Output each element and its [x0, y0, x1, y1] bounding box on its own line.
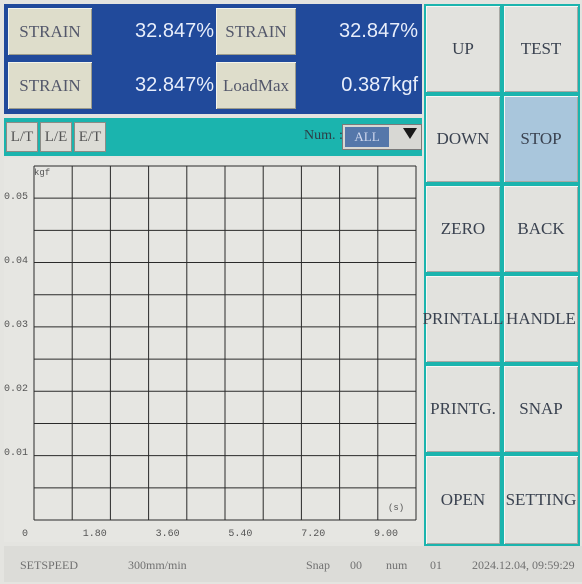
x-tick-label: 1.80	[83, 529, 107, 540]
zero-button[interactable]: ZERO	[426, 186, 500, 272]
readout-1-label: STRAIN	[8, 8, 92, 55]
y-tick-label: 0.01	[4, 448, 28, 459]
keypad: UP TEST DOWN STOP ZERO BACK PRINTALL HAN…	[423, 4, 580, 546]
y-tick-label: 0.04	[4, 256, 28, 267]
num-value: 01	[430, 558, 442, 572]
readout-3-label: STRAIN	[8, 62, 92, 109]
num-select-label: Num. :	[304, 128, 343, 143]
mode-bar: L/T L/E E/T Num. : ALL	[4, 118, 422, 156]
tab-le[interactable]: L/E	[40, 122, 72, 152]
x-axis-unit-label: (s)	[388, 503, 404, 513]
x-tick-label: 0	[22, 529, 28, 540]
up-button[interactable]: UP	[426, 6, 500, 92]
stop-button[interactable]: STOP	[504, 96, 578, 182]
status-bar: SETSPEED 300mm/min Snap 00 num 01 2024.1…	[4, 546, 582, 582]
readout-3-value: 32.847%	[135, 74, 214, 96]
readout-2-value: 32.847%	[339, 20, 418, 42]
y-tick-label: 0.05	[4, 192, 28, 203]
readout-loadmax-value: 0.387kgf	[341, 74, 418, 96]
y-tick-label: 0.02	[4, 384, 28, 395]
readout-2-label: STRAIN	[216, 8, 296, 55]
x-tick-label: 9.00	[374, 529, 398, 540]
open-button[interactable]: OPEN	[426, 456, 500, 544]
snap-label: Snap	[306, 558, 330, 572]
x-tick-label: 3.60	[156, 529, 180, 540]
snap-button[interactable]: SNAP	[504, 366, 578, 452]
handle-button[interactable]: HANDLE	[504, 276, 578, 362]
readout-1-value: 32.847%	[135, 20, 214, 42]
printg-button[interactable]: PRINTG.	[426, 366, 500, 452]
readout-loadmax-label: LoadMax	[216, 62, 296, 109]
dropdown-arrow-icon[interactable]	[403, 128, 417, 139]
datetime: 2024.12.04, 09:59:29	[472, 558, 575, 572]
readout-panel: STRAIN 32.847% STRAIN 32.847% STRAIN 32.…	[4, 4, 422, 114]
setting-button[interactable]: SETTING	[504, 456, 578, 544]
tab-et[interactable]: E/T	[74, 122, 106, 152]
speed-label: SETSPEED	[20, 558, 79, 572]
x-tick-label: 7.20	[301, 529, 325, 540]
speed-value: 300mm/min	[128, 558, 187, 572]
num-select[interactable]: ALL	[342, 124, 422, 150]
load-time-chart: 0.05 0.04 0.03 0.02 0.01 0 1.80 3.60 5.40 7.20 9.…	[4, 158, 422, 542]
num-select-value: ALL	[345, 127, 389, 147]
tab-lt[interactable]: L/T	[6, 122, 38, 152]
chart-background	[4, 158, 422, 542]
snap-value: 00	[350, 558, 362, 572]
down-button[interactable]: DOWN	[426, 96, 500, 182]
num-label: num	[386, 558, 408, 572]
tester-screen: STRAIN 32.847% STRAIN 32.847% STRAIN 32.…	[0, 0, 582, 584]
y-axis-label: kgf	[34, 168, 50, 178]
test-button[interactable]: TEST	[504, 6, 578, 92]
x-tick-label: 5.40	[228, 529, 252, 540]
printall-button[interactable]: PRINTALL	[423, 276, 503, 362]
y-tick-label: 0.03	[4, 320, 28, 331]
back-button[interactable]: BACK	[504, 186, 578, 272]
